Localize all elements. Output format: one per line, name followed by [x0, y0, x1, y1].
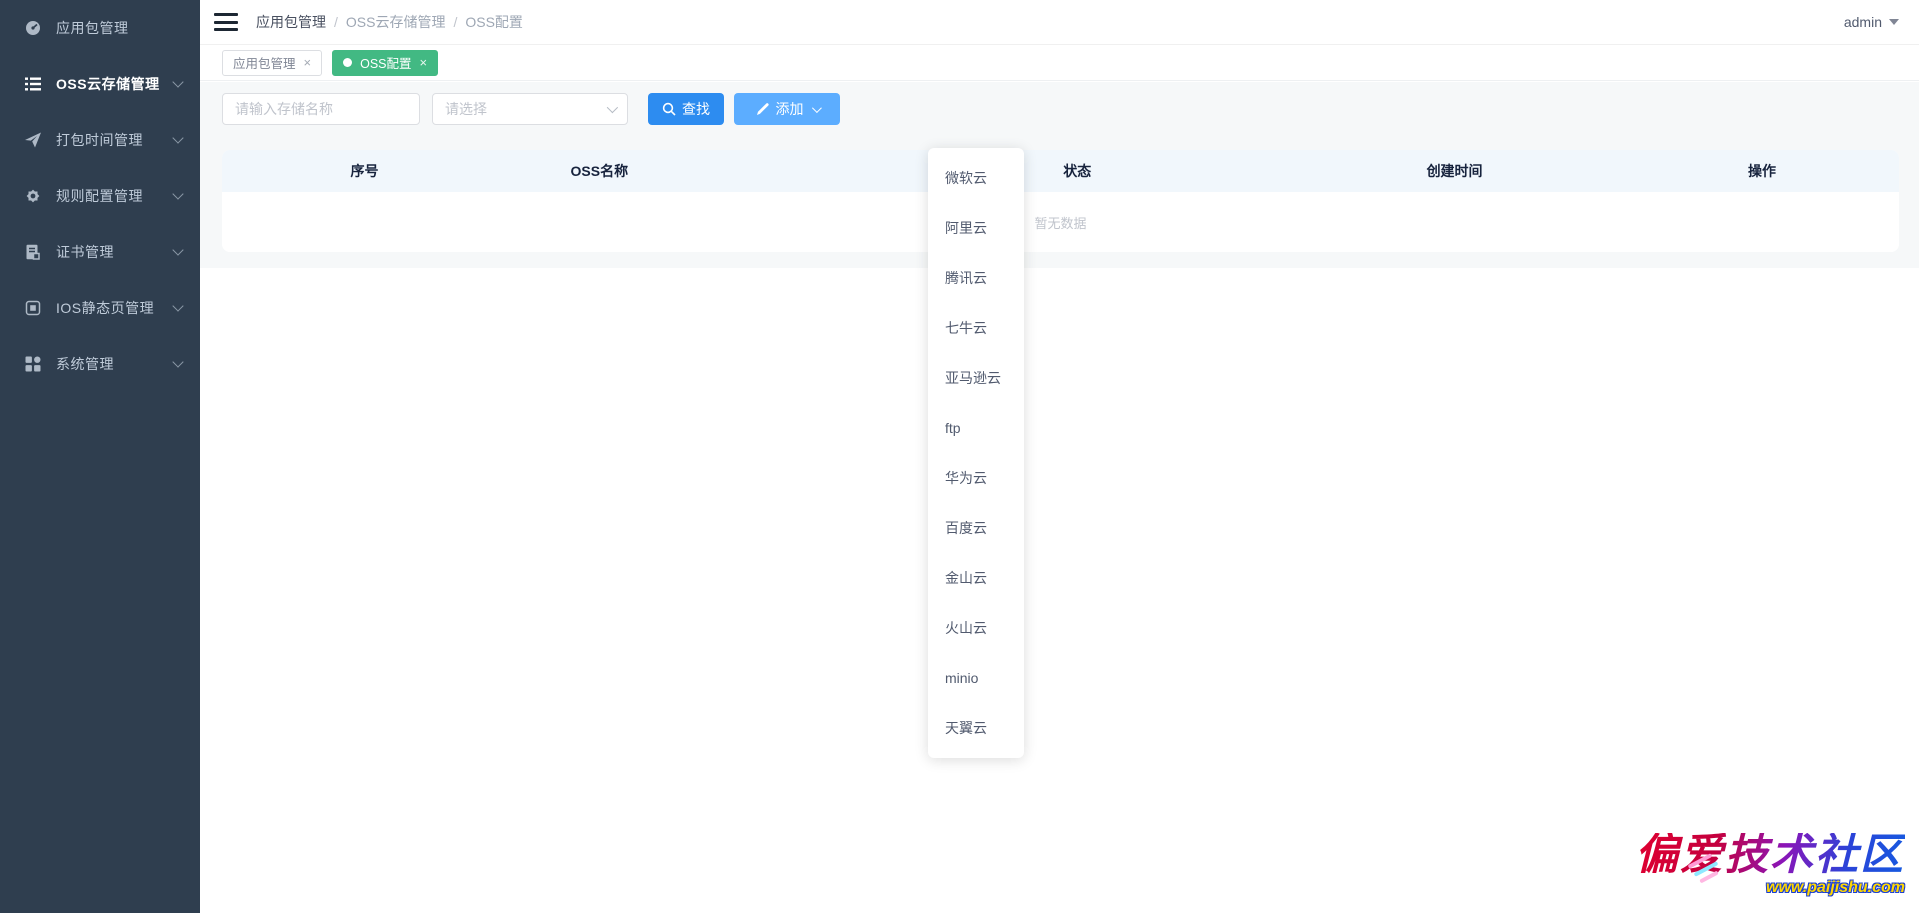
tab-label: OSS配置 — [360, 53, 411, 72]
add-dropdown-menu: 微软云阿里云腾讯云七牛云亚马逊云ftp华为云百度云金山云火山云minio天翼云 — [928, 148, 1024, 758]
table-empty-row: 暂无数据 — [222, 192, 1899, 252]
dropdown-item[interactable]: 天翼云 — [928, 703, 1024, 753]
main-area: 应用包管理 / OSS云存储管理 / OSS配置 admin 应用包管理 × O… — [200, 0, 1919, 913]
user-menu[interactable]: admin — [1844, 14, 1899, 30]
dropdown-item[interactable]: minio — [928, 653, 1024, 703]
tag-tab-bar: 应用包管理 × OSS配置 × — [200, 45, 1919, 81]
chevron-down-icon — [811, 103, 821, 113]
app-root: 应用包管理 OSS云存储管理 打包时间管理 — [0, 0, 1919, 913]
dropdown-item[interactable]: 阿里云 — [928, 203, 1024, 253]
dropdown-item[interactable]: 百度云 — [928, 503, 1024, 553]
search-toolbar: 请选择 查找 添加 — [222, 93, 840, 125]
caret-down-icon — [1889, 19, 1899, 25]
hamburger-menu-icon[interactable] — [214, 13, 238, 31]
storage-name-input[interactable] — [222, 93, 420, 125]
search-icon — [662, 102, 676, 116]
dropdown-item[interactable]: 微软云 — [928, 153, 1024, 203]
sidebar-item-label: IOS静态页管理 — [56, 298, 174, 318]
sidebar-item-label: 系统管理 — [56, 354, 174, 374]
certificate-icon — [24, 243, 42, 261]
dropdown-item[interactable]: 腾讯云 — [928, 253, 1024, 303]
tab-label: 应用包管理 — [233, 53, 296, 72]
list-icon — [24, 75, 42, 93]
grid-icon — [24, 355, 42, 373]
table-column-header: 创建时间 — [1161, 161, 1748, 181]
sidebar: 应用包管理 OSS云存储管理 打包时间管理 — [0, 0, 200, 913]
dropdown-item[interactable]: 亚马逊云 — [928, 353, 1024, 403]
sidebar-item-label: 打包时间管理 — [56, 130, 174, 150]
empty-text: 暂无数据 — [1034, 213, 1086, 232]
dashboard-icon — [24, 19, 42, 37]
close-icon[interactable]: × — [304, 56, 312, 69]
close-icon[interactable]: × — [420, 56, 428, 69]
search-button[interactable]: 查找 — [648, 93, 724, 125]
table-column-header: 操作 — [1748, 161, 1776, 181]
sidebar-item-oss-storage[interactable]: OSS云存储管理 — [0, 56, 200, 112]
pencil-icon — [756, 102, 770, 116]
table-column-header: OSS名称 — [507, 161, 691, 181]
add-button-label: 添加 — [776, 99, 804, 119]
sidebar-item-label: 规则配置管理 — [56, 186, 174, 206]
sidebar-item-app-package[interactable]: 应用包管理 — [0, 0, 200, 56]
sidebar-item-pack-time[interactable]: 打包时间管理 — [0, 112, 200, 168]
dropdown-item[interactable]: 七牛云 — [928, 303, 1024, 353]
sidebar-item-rule-config[interactable]: 规则配置管理 — [0, 168, 200, 224]
dropdown-item[interactable]: ftp — [928, 403, 1024, 453]
breadcrumb: 应用包管理 / OSS云存储管理 / OSS配置 — [256, 12, 523, 32]
sidebar-item-ios-static-page[interactable]: IOS静态页管理 — [0, 280, 200, 336]
breadcrumb-item[interactable]: 应用包管理 — [256, 12, 326, 32]
gear-icon — [24, 187, 42, 205]
chevron-down-icon — [172, 188, 183, 199]
top-navbar: 应用包管理 / OSS云存储管理 / OSS配置 admin — [200, 0, 1919, 45]
breadcrumb-separator: / — [453, 14, 457, 30]
table-column-header: 序号 — [222, 161, 507, 181]
sidebar-item-certificate[interactable]: 证书管理 — [0, 224, 200, 280]
breadcrumb-item[interactable]: OSS云存储管理 — [346, 12, 446, 32]
chevron-down-icon — [607, 102, 618, 113]
username-label: admin — [1844, 14, 1882, 30]
oss-table-card: 序号OSS名称状态创建时间操作 暂无数据 — [222, 150, 1899, 252]
sidebar-item-label: 应用包管理 — [56, 18, 182, 38]
type-select[interactable]: 请选择 — [432, 93, 628, 125]
dropdown-item[interactable]: 金山云 — [928, 553, 1024, 603]
add-button[interactable]: 添加 — [734, 93, 840, 125]
search-button-label: 查找 — [682, 99, 710, 119]
static-page-icon — [24, 299, 42, 317]
paper-plane-icon — [24, 131, 42, 149]
active-dot-icon — [343, 58, 352, 67]
tab-app-package[interactable]: 应用包管理 × — [222, 50, 322, 76]
chevron-down-icon — [172, 356, 183, 367]
sidebar-item-label: 证书管理 — [56, 242, 174, 262]
sidebar-item-system[interactable]: 系统管理 — [0, 336, 200, 392]
breadcrumb-separator: / — [334, 14, 338, 30]
chevron-down-icon — [172, 132, 183, 143]
select-placeholder: 请选择 — [445, 99, 487, 119]
chevron-down-icon — [172, 244, 183, 255]
sidebar-item-label: OSS云存储管理 — [56, 74, 174, 94]
dropdown-item[interactable]: 火山云 — [928, 603, 1024, 653]
breadcrumb-item: OSS配置 — [465, 12, 523, 32]
table-header-row: 序号OSS名称状态创建时间操作 — [222, 150, 1899, 192]
chevron-down-icon — [172, 76, 183, 87]
dropdown-item[interactable]: 华为云 — [928, 453, 1024, 503]
tab-oss-config[interactable]: OSS配置 × — [332, 50, 438, 76]
chevron-down-icon — [172, 300, 183, 311]
